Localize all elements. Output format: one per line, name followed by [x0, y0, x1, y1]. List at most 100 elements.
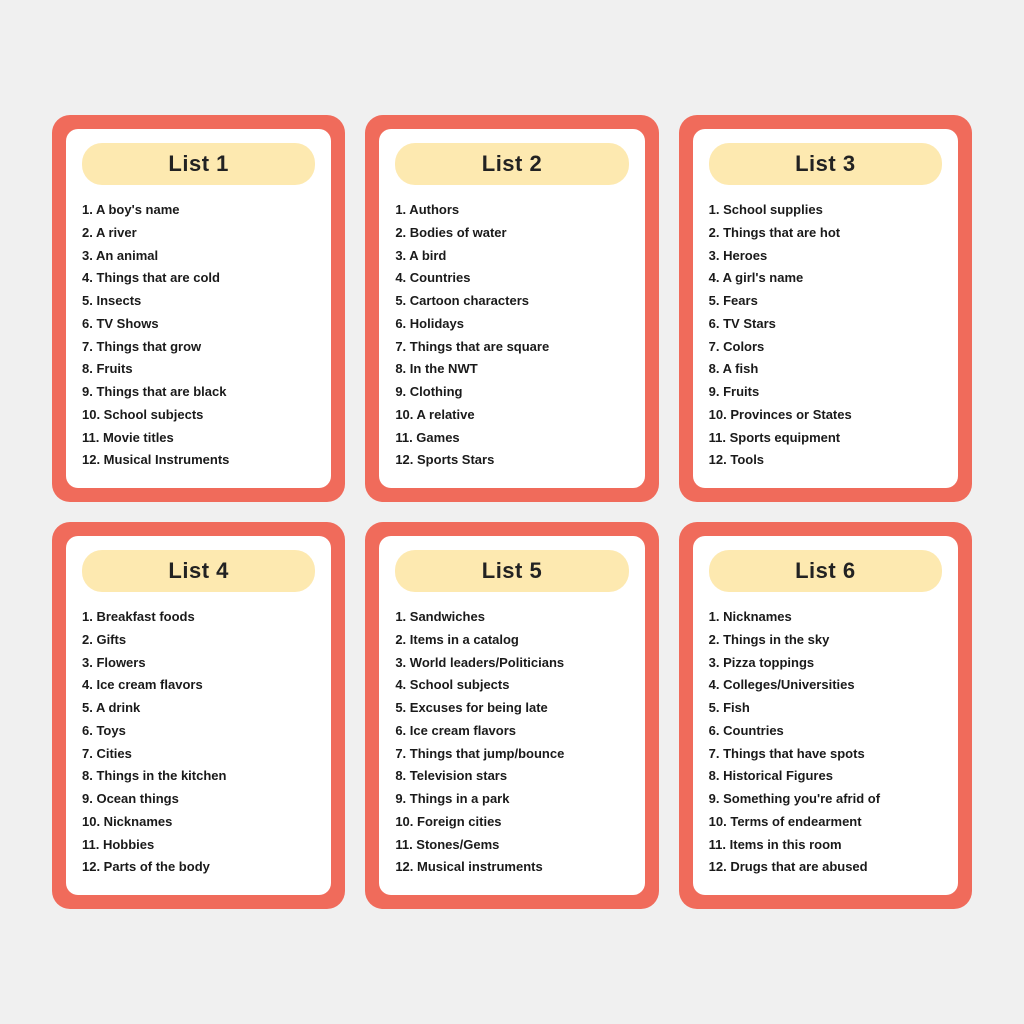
list-item: 4. Ice cream flavors [82, 674, 315, 697]
page: List 1 1. A boy's name2. A river3. An ani… [32, 95, 992, 929]
list-item: 3. A bird [395, 245, 628, 268]
card-list-list5: 1. Sandwiches2. Items in a catalog3. Wor… [395, 606, 628, 879]
list-item: 11. Items in this room [709, 834, 942, 857]
list-item: 1. Breakfast foods [82, 606, 315, 629]
list-item: 4. Countries [395, 267, 628, 290]
card-title-wrap-list4: List 4 [82, 550, 315, 592]
list-item: 4. A girl's name [709, 267, 942, 290]
list-item: 9. Fruits [709, 381, 942, 404]
card-list-list3: 1. School supplies2. Things that are hot… [709, 199, 942, 472]
list-item: 11. Stones/Gems [395, 834, 628, 857]
list-item: 6. Ice cream flavors [395, 720, 628, 743]
card-list6: List 6 1. Nicknames2. Things in the sky3.… [679, 522, 972, 909]
list-item: 1. Nicknames [709, 606, 942, 629]
card-list5: List 5 1. Sandwiches2. Items in a catalog… [365, 522, 658, 909]
list-item: 10. Provinces or States [709, 404, 942, 427]
card-list2: List 2 1. Authors2. Bodies of water3. A b… [365, 115, 658, 502]
lists-grid: List 1 1. A boy's name2. A river3. An ani… [52, 115, 972, 909]
card-list-list4: 1. Breakfast foods2. Gifts3. Flowers4. I… [82, 606, 315, 879]
card-list-list1: 1. A boy's name2. A river3. An animal4. … [82, 199, 315, 472]
card-inner-list5: List 5 1. Sandwiches2. Items in a catalog… [379, 536, 644, 895]
list-item: 9. Ocean things [82, 788, 315, 811]
list-item: 8. Things in the kitchen [82, 765, 315, 788]
list-item: 4. School subjects [395, 674, 628, 697]
card-list-list2: 1. Authors2. Bodies of water3. A bird4. … [395, 199, 628, 472]
list-item: 3. Heroes [709, 245, 942, 268]
list-item: 6. TV Shows [82, 313, 315, 336]
list-item: 6. TV Stars [709, 313, 942, 336]
list-item: 9. Something you're afrid of [709, 788, 942, 811]
list-item: 2. Things that are hot [709, 222, 942, 245]
list-item: 3. Pizza toppings [709, 652, 942, 675]
list-item: 1. Sandwiches [395, 606, 628, 629]
card-inner-list3: List 3 1. School supplies2. Things that a… [693, 129, 958, 488]
list-item: 8. A fish [709, 358, 942, 381]
card-inner-list4: List 4 1. Breakfast foods2. Gifts3. Flowe… [66, 536, 331, 895]
list-item: 6. Countries [709, 720, 942, 743]
list-item: 2. Items in a catalog [395, 629, 628, 652]
list-item: 7. Things that have spots [709, 743, 942, 766]
list-item: 12. Tools [709, 449, 942, 472]
list-item: 10. A relative [395, 404, 628, 427]
list-item: 10. School subjects [82, 404, 315, 427]
card-inner-list2: List 2 1. Authors2. Bodies of water3. A b… [379, 129, 644, 488]
card-list-list6: 1. Nicknames2. Things in the sky3. Pizza… [709, 606, 942, 879]
list-item: 5. Insects [82, 290, 315, 313]
list-item: 8. In the NWT [395, 358, 628, 381]
card-title-list6: List 6 [725, 558, 926, 584]
list-item: 1. School supplies [709, 199, 942, 222]
card-title-wrap-list6: List 6 [709, 550, 942, 592]
list-item: 1. A boy's name [82, 199, 315, 222]
list-item: 8. Historical Figures [709, 765, 942, 788]
list-item: 5. A drink [82, 697, 315, 720]
card-title-wrap-list1: List 1 [82, 143, 315, 185]
list-item: 4. Colleges/Universities [709, 674, 942, 697]
list-item: 9. Clothing [395, 381, 628, 404]
list-item: 12. Drugs that are abused [709, 856, 942, 879]
list-item: 9. Things that are black [82, 381, 315, 404]
list-item: 5. Cartoon characters [395, 290, 628, 313]
list-item: 3. World leaders/Politicians [395, 652, 628, 675]
list-item: 12. Parts of the body [82, 856, 315, 879]
list-item: 6. Toys [82, 720, 315, 743]
list-item: 11. Hobbies [82, 834, 315, 857]
list-item: 7. Things that jump/bounce [395, 743, 628, 766]
card-title-list2: List 2 [411, 151, 612, 177]
list-item: 11. Games [395, 427, 628, 450]
card-list4: List 4 1. Breakfast foods2. Gifts3. Flowe… [52, 522, 345, 909]
card-title-wrap-list5: List 5 [395, 550, 628, 592]
list-item: 3. Flowers [82, 652, 315, 675]
list-item: 2. A river [82, 222, 315, 245]
list-item: 12. Sports Stars [395, 449, 628, 472]
card-title-wrap-list2: List 2 [395, 143, 628, 185]
list-item: 1. Authors [395, 199, 628, 222]
card-title-list4: List 4 [98, 558, 299, 584]
list-item: 2. Things in the sky [709, 629, 942, 652]
card-list3: List 3 1. School supplies2. Things that a… [679, 115, 972, 502]
list-item: 10. Terms of endearment [709, 811, 942, 834]
list-item: 11. Sports equipment [709, 427, 942, 450]
list-item: 6. Holidays [395, 313, 628, 336]
card-title-list5: List 5 [411, 558, 612, 584]
list-item: 5. Fears [709, 290, 942, 313]
list-item: 9. Things in a park [395, 788, 628, 811]
list-item: 7. Things that are square [395, 336, 628, 359]
card-title-list1: List 1 [98, 151, 299, 177]
card-list1: List 1 1. A boy's name2. A river3. An ani… [52, 115, 345, 502]
card-inner-list1: List 1 1. A boy's name2. A river3. An ani… [66, 129, 331, 488]
list-item: 12. Musical instruments [395, 856, 628, 879]
card-title-list3: List 3 [725, 151, 926, 177]
list-item: 12. Musical Instruments [82, 449, 315, 472]
list-item: 3. An animal [82, 245, 315, 268]
list-item: 5. Fish [709, 697, 942, 720]
list-item: 7. Cities [82, 743, 315, 766]
list-item: 11. Movie titles [82, 427, 315, 450]
list-item: 5. Excuses for being late [395, 697, 628, 720]
list-item: 10. Nicknames [82, 811, 315, 834]
list-item: 8. Fruits [82, 358, 315, 381]
list-item: 10. Foreign cities [395, 811, 628, 834]
list-item: 8. Television stars [395, 765, 628, 788]
card-inner-list6: List 6 1. Nicknames2. Things in the sky3.… [693, 536, 958, 895]
list-item: 4. Things that are cold [82, 267, 315, 290]
list-item: 2. Bodies of water [395, 222, 628, 245]
